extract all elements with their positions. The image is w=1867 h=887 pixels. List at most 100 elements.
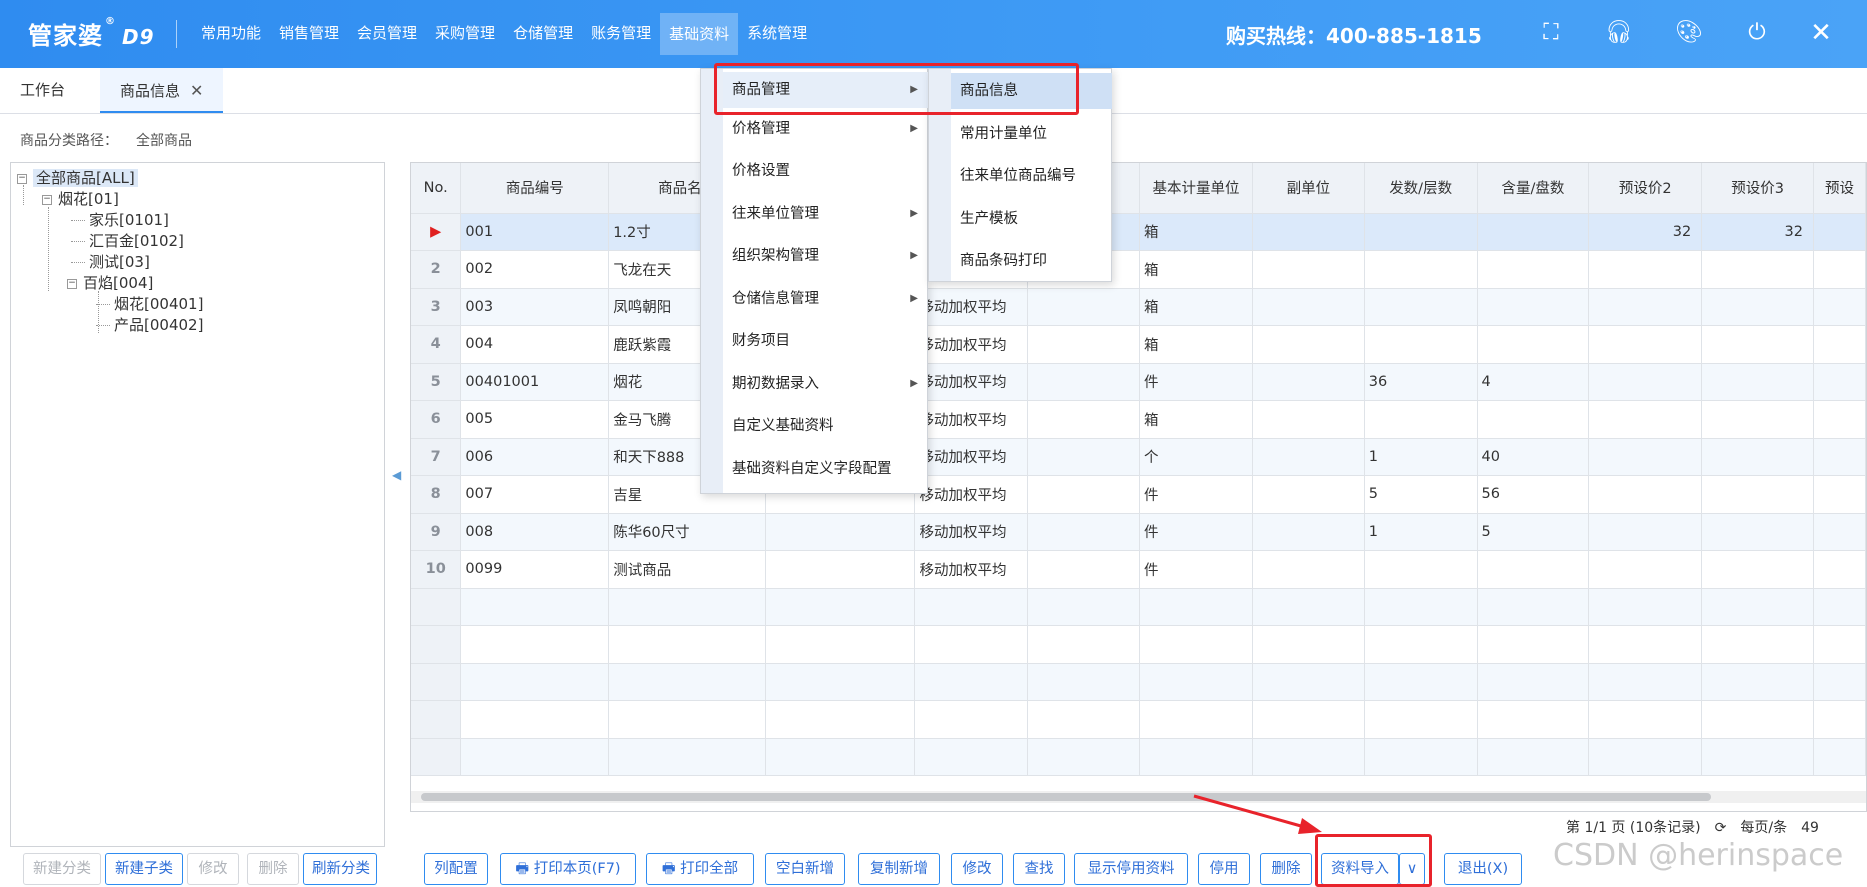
cell-c5[interactable] (1027, 663, 1141, 701)
cell-qty[interactable]: 4 (1477, 363, 1590, 401)
cell-code[interactable]: 003 (460, 288, 610, 326)
cell-more[interactable] (1813, 513, 1866, 551)
cell-unit[interactable] (1139, 663, 1253, 701)
menu-storage-info[interactable]: 仓储信息管理 ▶ (723, 281, 928, 317)
cell-c5[interactable] (1027, 438, 1141, 476)
cell-layers[interactable] (1364, 325, 1478, 364)
cell-p2[interactable] (1588, 400, 1703, 439)
cell-p2[interactable]: 32 (1588, 213, 1703, 251)
cell-method[interactable]: 移动加权平均 (914, 475, 1029, 514)
cell-unit[interactable]: 箱 (1139, 325, 1253, 364)
refresh-category-button[interactable]: 刷新分类 (303, 853, 377, 885)
cell-code[interactable] (460, 738, 610, 776)
close-icon[interactable]: ✕ (1806, 18, 1836, 48)
cell-method[interactable]: 移动加权平均 (914, 325, 1029, 364)
cell-layers[interactable] (1364, 738, 1478, 776)
per-page-value[interactable]: 49 (1801, 820, 1819, 836)
cell-c5[interactable] (1027, 475, 1141, 514)
cell-qty[interactable]: 5 (1477, 513, 1590, 551)
cell-more[interactable] (1813, 400, 1866, 439)
cell-method[interactable]: 移动加权平均 (914, 288, 1029, 326)
cell-layers[interactable] (1364, 400, 1478, 439)
cell-sub[interactable] (1252, 663, 1365, 701)
cell-layers[interactable]: 1 (1364, 513, 1478, 551)
cell-p2[interactable] (1588, 250, 1703, 289)
nav-accounts[interactable]: 账务管理 (582, 0, 660, 68)
col-base-unit[interactable]: 基本计量单位 (1139, 163, 1253, 214)
cell-p3[interactable] (1701, 738, 1814, 776)
cell-sub[interactable] (1252, 550, 1365, 589)
cell-qty[interactable] (1477, 213, 1590, 251)
cell-p3[interactable] (1701, 663, 1814, 701)
cell-c5[interactable] (1027, 550, 1141, 589)
cell-unit[interactable] (1139, 588, 1253, 626)
cell-sub[interactable] (1252, 363, 1365, 401)
cell-c3[interactable] (765, 738, 916, 776)
collapse-icon[interactable]: − (17, 173, 27, 184)
col-price2[interactable]: 预设价2 (1588, 163, 1703, 214)
cell-sub[interactable] (1252, 738, 1365, 776)
cell-p2[interactable] (1588, 625, 1703, 664)
table-row[interactable]: 10 0099 测试商品 移动加权平均 件 (411, 550, 1866, 589)
cell-sub[interactable] (1252, 250, 1365, 289)
cell-name[interactable] (608, 588, 766, 626)
cell-qty[interactable] (1477, 738, 1590, 776)
col-layers[interactable]: 发数/层数 (1364, 163, 1478, 214)
col-no[interactable]: No. (411, 163, 462, 214)
cell-c5[interactable] (1027, 363, 1141, 401)
cell-more[interactable] (1813, 738, 1866, 776)
cell-method[interactable] (914, 625, 1029, 664)
cell-code[interactable]: 005 (460, 400, 610, 439)
cell-layers[interactable] (1364, 700, 1478, 739)
cell-p2[interactable] (1588, 325, 1703, 364)
col-sub-unit[interactable]: 副单位 (1252, 163, 1365, 214)
cell-p2[interactable] (1588, 438, 1703, 476)
copy-new-button[interactable]: 复制新增 (858, 853, 940, 885)
blank-new-button[interactable]: 空白新增 (765, 853, 845, 885)
cell-p2[interactable] (1588, 738, 1703, 776)
table-row[interactable]: 8 007 吉星 移动加权平均件 5 56 (411, 475, 1866, 514)
cell-code[interactable] (460, 700, 610, 739)
cell-code[interactable]: 004 (460, 325, 610, 364)
menu-price-management[interactable]: 价格管理 ▶ (723, 111, 928, 147)
cell-p2[interactable] (1588, 550, 1703, 589)
cell-c3[interactable] (765, 700, 916, 739)
cell-layers[interactable]: 1 (1364, 438, 1478, 476)
menu-org-management[interactable]: 组织架构管理 ▶ (723, 238, 928, 274)
menu-custom-field-config[interactable]: 基础资料自定义字段配置 (723, 451, 928, 487)
nav-sales[interactable]: 销售管理 (270, 0, 348, 68)
cell-p3[interactable] (1701, 513, 1814, 551)
cell-code[interactable]: 007 (460, 475, 610, 514)
new-subcategory-button[interactable]: 新建子类 (105, 853, 183, 885)
menu-price-settings[interactable]: 价格设置 (723, 153, 928, 189)
cell-sub[interactable] (1252, 288, 1365, 326)
cell-sub[interactable] (1252, 325, 1365, 364)
nav-purchase[interactable]: 采购管理 (426, 0, 504, 68)
tree-node-product[interactable]: 产品[00402] (96, 314, 203, 336)
cell-p3[interactable] (1701, 438, 1814, 476)
nav-member[interactable]: 会员管理 (348, 0, 426, 68)
cell-sub[interactable] (1252, 438, 1365, 476)
cell-sub[interactable] (1252, 513, 1365, 551)
cell-qty[interactable]: 56 (1477, 475, 1590, 514)
submenu-production-template[interactable]: 生产模板 (951, 201, 1112, 237)
tree-node-jiale[interactable]: 家乐[0101] (71, 209, 169, 231)
cell-qty[interactable] (1477, 288, 1590, 326)
cell-method[interactable]: 移动加权平均 (914, 438, 1029, 476)
cell-layers[interactable] (1364, 663, 1478, 701)
cell-unit[interactable]: 件 (1139, 475, 1253, 514)
cell-unit[interactable]: 箱 (1139, 400, 1253, 439)
cell-p3[interactable] (1701, 250, 1814, 289)
cell-c5[interactable] (1027, 625, 1141, 664)
collapse-arrow-icon[interactable]: ◀ (392, 468, 401, 482)
cell-more[interactable] (1813, 250, 1866, 289)
cell-unit[interactable]: 件 (1139, 363, 1253, 401)
cell-code[interactable] (460, 625, 610, 664)
cell-layers[interactable] (1364, 213, 1478, 251)
cell-c3[interactable] (765, 513, 916, 551)
submenu-common-units[interactable]: 常用计量单位 (951, 116, 1112, 152)
cell-qty[interactable] (1477, 663, 1590, 701)
cell-unit[interactable]: 件 (1139, 550, 1253, 589)
cell-p2[interactable] (1588, 363, 1703, 401)
cell-code[interactable]: 0099 (460, 550, 610, 589)
